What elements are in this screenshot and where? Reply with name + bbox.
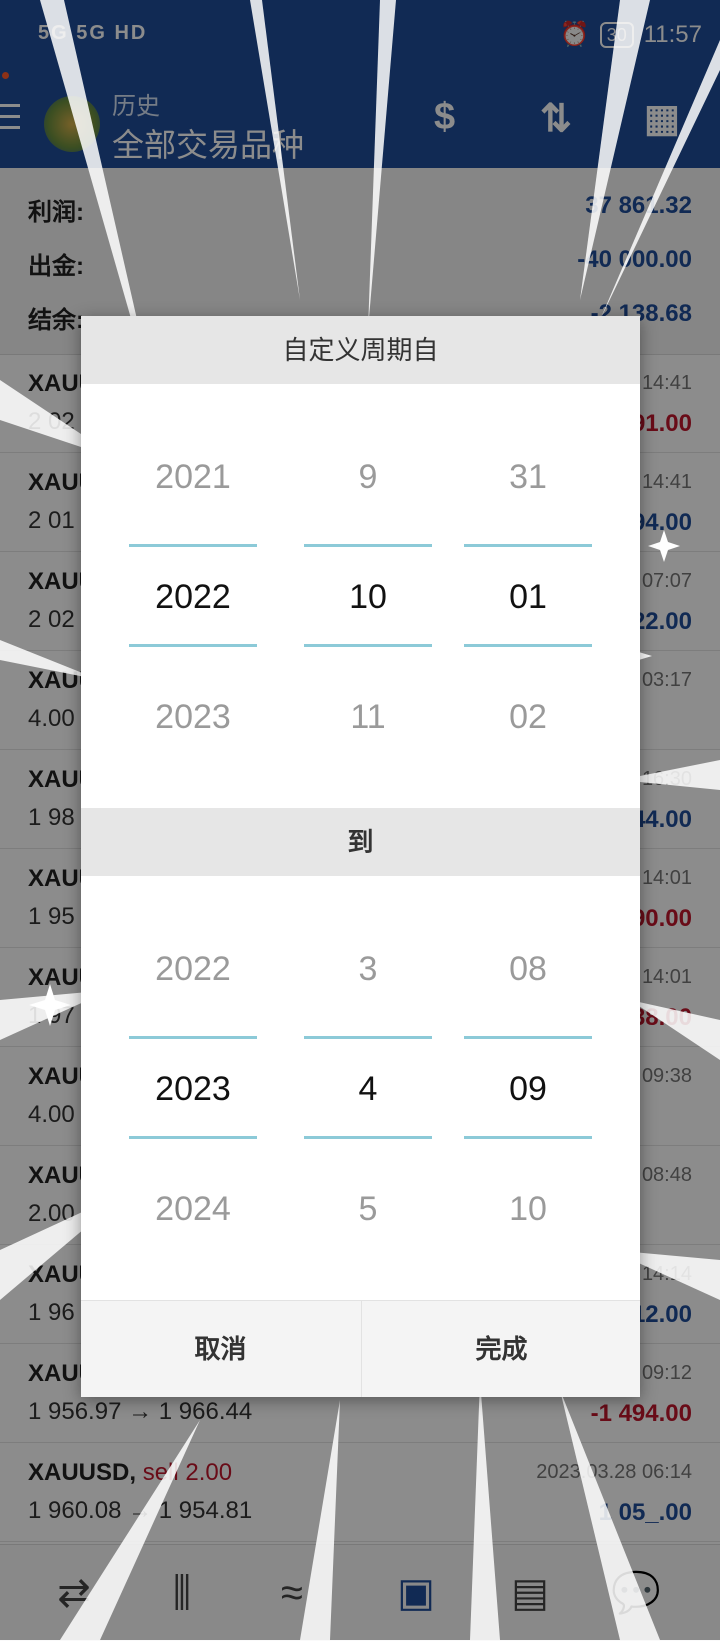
done-button[interactable]: 完成 xyxy=(361,1301,641,1397)
from-day-next[interactable]: 02 xyxy=(464,698,592,737)
from-year-next[interactable]: 2023 xyxy=(129,698,257,737)
to-month-selected[interactable]: 4 xyxy=(304,1070,432,1109)
from-month-prev[interactable]: 9 xyxy=(304,458,432,497)
selection-line xyxy=(464,1036,592,1039)
from-day-selected[interactable]: 01 xyxy=(464,578,592,617)
to-day-prev[interactable]: 08 xyxy=(464,950,592,989)
to-year-prev[interactable]: 2022 xyxy=(129,950,257,989)
to-month-next[interactable]: 5 xyxy=(304,1190,432,1229)
custom-period-dialog: 自定义周期自 2021 2022 2023 9 10 11 31 01 02 到… xyxy=(81,316,640,1397)
from-year-selected[interactable]: 2022 xyxy=(129,578,257,617)
selection-line xyxy=(129,544,257,547)
cancel-button[interactable]: 取消 xyxy=(81,1301,360,1397)
selection-line xyxy=(129,1036,257,1039)
dialog-actions: 取消 完成 xyxy=(81,1300,640,1397)
to-day-next[interactable]: 10 xyxy=(464,1190,592,1229)
to-month-prev[interactable]: 3 xyxy=(304,950,432,989)
selection-line xyxy=(129,644,257,647)
to-day-selected[interactable]: 09 xyxy=(464,1070,592,1109)
selection-line xyxy=(129,1136,257,1139)
from-day-prev[interactable]: 31 xyxy=(464,458,592,497)
range-separator: 到 xyxy=(81,808,640,876)
selection-line xyxy=(464,644,592,647)
selection-line xyxy=(304,644,432,647)
selection-line xyxy=(304,1036,432,1039)
dialog-title: 自定义周期自 xyxy=(81,316,640,384)
selection-line xyxy=(464,1136,592,1139)
selection-line xyxy=(464,544,592,547)
from-year-prev[interactable]: 2021 xyxy=(129,458,257,497)
to-year-selected[interactable]: 2023 xyxy=(129,1070,257,1109)
to-year-next[interactable]: 2024 xyxy=(129,1190,257,1229)
selection-line xyxy=(304,544,432,547)
from-month-next[interactable]: 11 xyxy=(304,698,432,737)
selection-line xyxy=(304,1136,432,1139)
from-month-selected[interactable]: 10 xyxy=(304,578,432,617)
